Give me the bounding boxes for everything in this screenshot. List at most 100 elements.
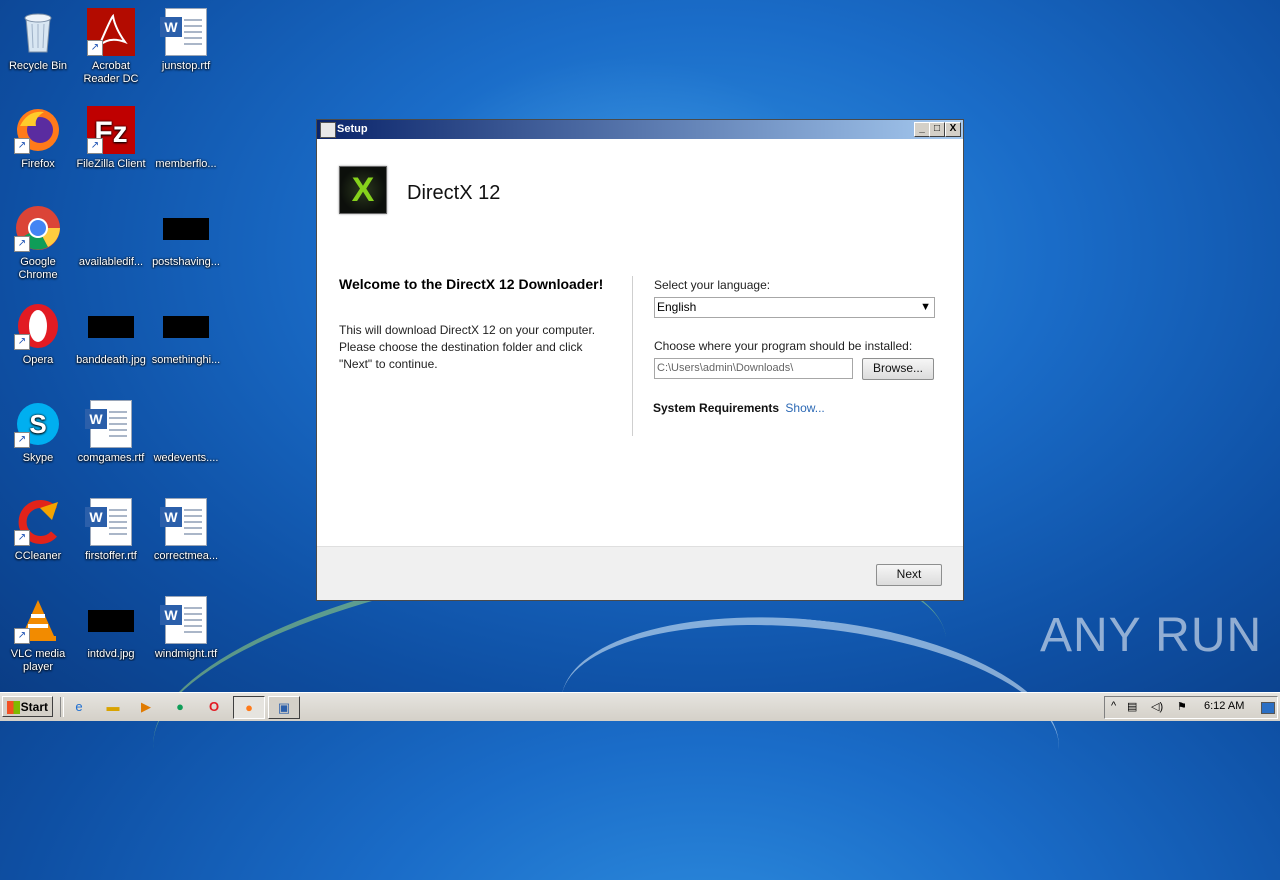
chrome-icon: ↗ [14,204,62,252]
desktop-icon-label: Opera [22,354,54,366]
desktop-icon-label: banddeath.jpg [76,354,146,366]
desktop-icon-label: Acrobat Reader DC [83,60,139,85]
opera-taskbar-icon[interactable]: O [203,697,225,717]
desktop-icon-ccleaner[interactable]: ↗ CCleaner [0,498,76,563]
shortcut-arrow-icon: ↗ [14,432,30,448]
taskbar: Start e ▬ ▶ ● O ● ▣ ^ ▤ ◁) ⚑ 6:12 AM [0,692,1280,721]
language-select[interactable]: English ▼ [654,297,935,318]
desktop-icon-label: comgames.rtf [77,452,145,464]
language-selected-value: English [657,300,697,314]
desktop-icon-file[interactable]: somethinghi... [148,302,224,367]
anyrun-watermark: ANY RUN [1040,609,1263,662]
desktop-icon-acrobat[interactable]: ↗ Acrobat Reader DC [73,8,149,86]
maximize-button[interactable]: □ [929,122,945,137]
desktop-icon-label: correctmea... [153,550,219,562]
language-label: Select your language: [654,278,771,292]
desktop-icon-label: FileZilla Client [76,158,146,170]
image-thumbnail-icon [88,316,134,338]
dialog-title: Setup [337,123,368,135]
file-explorer-icon[interactable]: ▬ [102,697,124,717]
desktop-icon-opera[interactable]: ↗ Opera [0,302,76,367]
internet-explorer-icon[interactable]: e [68,697,90,717]
desktop-icon-file[interactable]: intdvd.jpg [73,596,149,661]
media-player-icon[interactable]: ▶ [135,697,157,717]
desktop-icon-label: postshaving... [152,256,220,268]
desktop-icon-label: junstop.rtf [161,60,211,72]
shortcut-arrow-icon: ↗ [14,236,30,252]
desktop-icon-label: windmight.rtf [154,648,218,660]
word-doc-icon: W [85,400,132,448]
desktop-icon-skype[interactable]: S ↗ Skype [0,400,76,465]
desktop-icon-label: firstoffer.rtf [85,550,137,562]
clock[interactable]: 6:12 AM [1204,700,1244,712]
minimize-button[interactable]: _ [914,122,930,137]
desktop-icon-file[interactable]: availabledif... [73,204,149,269]
blank-file-icon [162,400,210,448]
desktop-icon-label: memberflo... [155,158,217,170]
firefox-icon: ↗ [14,106,62,154]
show-hidden-icons-icon[interactable]: ^ [1111,700,1116,712]
desktop-icon-file[interactable]: W windmight.rtf [148,596,224,661]
desktop-icon-file[interactable]: memberflo... [148,106,224,171]
welcome-heading: Welcome to the DirectX 12 Downloader! [339,276,604,292]
desktop-icon-file[interactable]: banddeath.jpg [73,302,149,367]
desktop-icon-filezilla[interactable]: Fz ↗ FileZilla Client [73,106,149,171]
desktop-icon-file[interactable]: W correctmea... [148,498,224,563]
desktop-icon-label: availabledif... [78,256,144,268]
start-button[interactable]: Start [2,696,53,717]
desktop-icon-label: Recycle Bin [8,60,68,72]
shortcut-arrow-icon: ↗ [14,628,30,644]
word-doc-icon: W [160,596,207,644]
desktop-icon-vlc[interactable]: ↗ VLC media player [0,596,76,674]
image-thumbnail-icon [163,316,209,338]
vlc-icon: ↗ [14,596,62,644]
desktop-icon-recycle-bin[interactable]: Recycle Bin [0,8,76,73]
desktop-icon-firefox[interactable]: ↗ Firefox [0,106,76,171]
desktop-icon-label: intdvd.jpg [87,648,135,660]
next-button[interactable]: Next [876,564,942,586]
word-doc-icon: W [160,498,207,546]
intro-text: This will download DirectX 12 on your co… [339,323,596,371]
taskbar-separator [60,697,64,717]
desktop-icon-label: Firefox [21,158,55,170]
shortcut-arrow-icon: ↗ [87,40,103,56]
chrome-taskbar-icon[interactable]: ● [169,697,191,717]
filezilla-icon: Fz ↗ [87,106,135,154]
system-tray: ^ ▤ ◁) ⚑ 6:12 AM [1104,696,1278,719]
desktop-icon-file[interactable]: W junstop.rtf [148,8,224,73]
shortcut-arrow-icon: ↗ [14,138,30,154]
firefox-task-button[interactable]: ● [233,696,265,719]
install-path-field[interactable]: C:\Users\admin\Downloads\ [654,358,853,379]
desktop-icon-label: Skype [22,452,54,464]
blank-file-icon [162,106,210,154]
windows-flag-icon [7,701,20,714]
dialog-footer: Next [317,546,963,600]
desktop-icon-chrome[interactable]: ↗ Google Chrome [0,204,76,282]
recycle-bin-icon [14,8,62,56]
desktop-icon-label: Google Chrome [18,256,58,281]
browse-button[interactable]: Browse... [862,358,934,380]
install-location-label: Choose where your program should be inst… [654,339,913,353]
desktop-icon-label: CCleaner [14,550,62,562]
acrobat-icon: ↗ [87,8,135,56]
shortcut-arrow-icon: ↗ [14,530,30,546]
desktop-icon-label: wedevents.... [153,452,219,464]
volume-icon[interactable]: ◁) [1151,700,1163,713]
desktop-icon-label: somethinghi... [151,354,221,366]
show-desktop-icon[interactable] [1261,702,1275,714]
vertical-divider [632,276,633,436]
network-icon[interactable]: ▤ [1127,700,1137,713]
desktop-icon-file[interactable]: postshaving... [148,204,224,269]
action-center-flag-icon[interactable]: ⚑ [1177,700,1187,713]
image-thumbnail-icon [163,218,209,240]
desktop-icon-file[interactable]: W firstoffer.rtf [73,498,149,563]
shortcut-arrow-icon: ↗ [14,334,30,350]
setup-task-button[interactable]: ▣ [268,696,300,719]
system-requirements-show-link[interactable]: Show... [785,401,824,415]
dialog-titlebar[interactable]: Setup _ □ X [317,120,963,139]
ccleaner-icon: ↗ [14,498,62,546]
desktop-icon-file[interactable]: wedevents.... [148,400,224,465]
close-button[interactable]: X [945,122,961,137]
desktop-icon-file[interactable]: W comgames.rtf [73,400,149,465]
skype-icon: S ↗ [14,400,62,448]
